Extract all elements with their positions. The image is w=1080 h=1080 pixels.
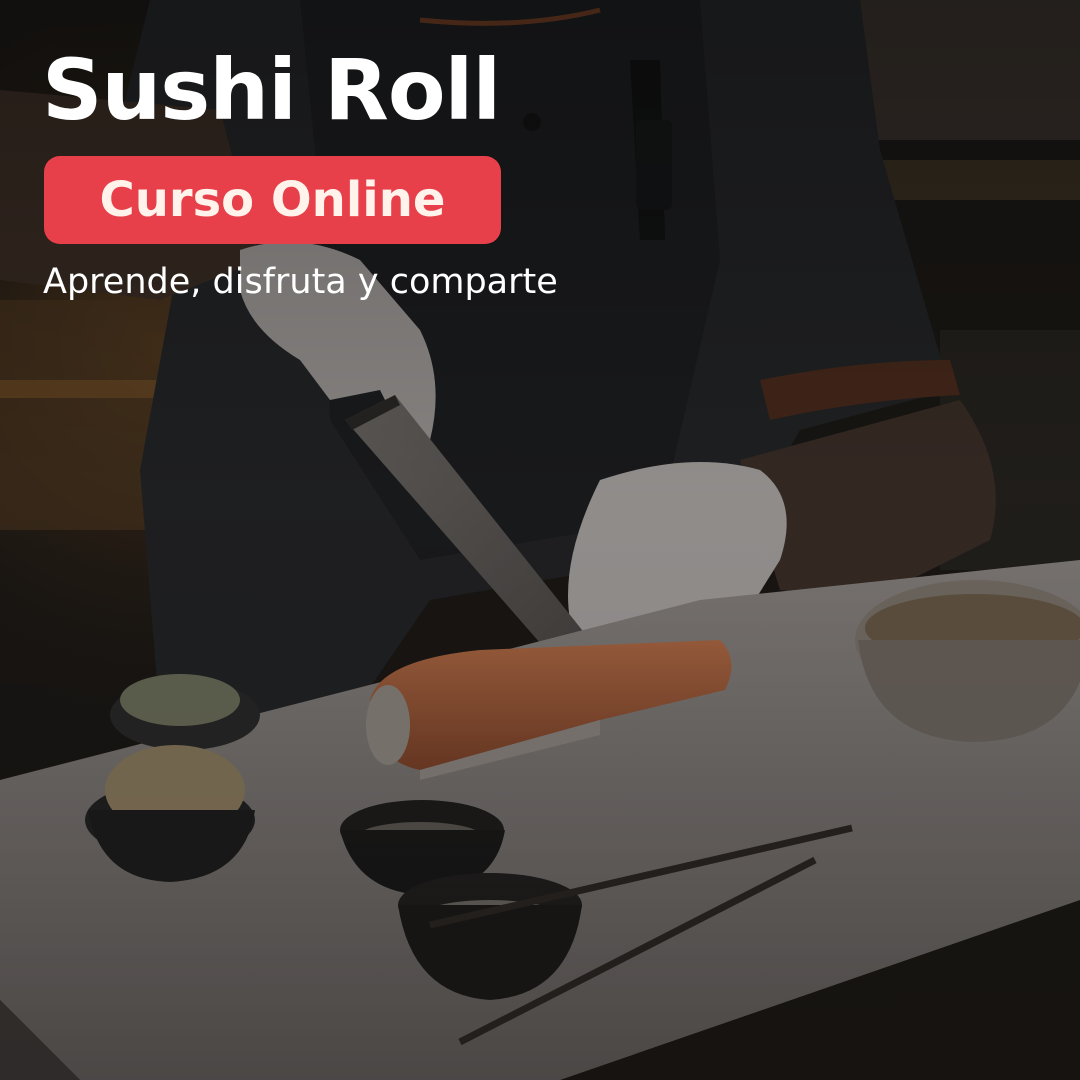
course-promo-poster: Sushi Roll Curso Online Aprende, disfrut… bbox=[0, 0, 1080, 1080]
course-tagline: Aprende, disfruta y comparte bbox=[43, 262, 558, 302]
course-badge: Curso Online bbox=[44, 156, 501, 244]
course-title: Sushi Roll bbox=[42, 46, 500, 134]
